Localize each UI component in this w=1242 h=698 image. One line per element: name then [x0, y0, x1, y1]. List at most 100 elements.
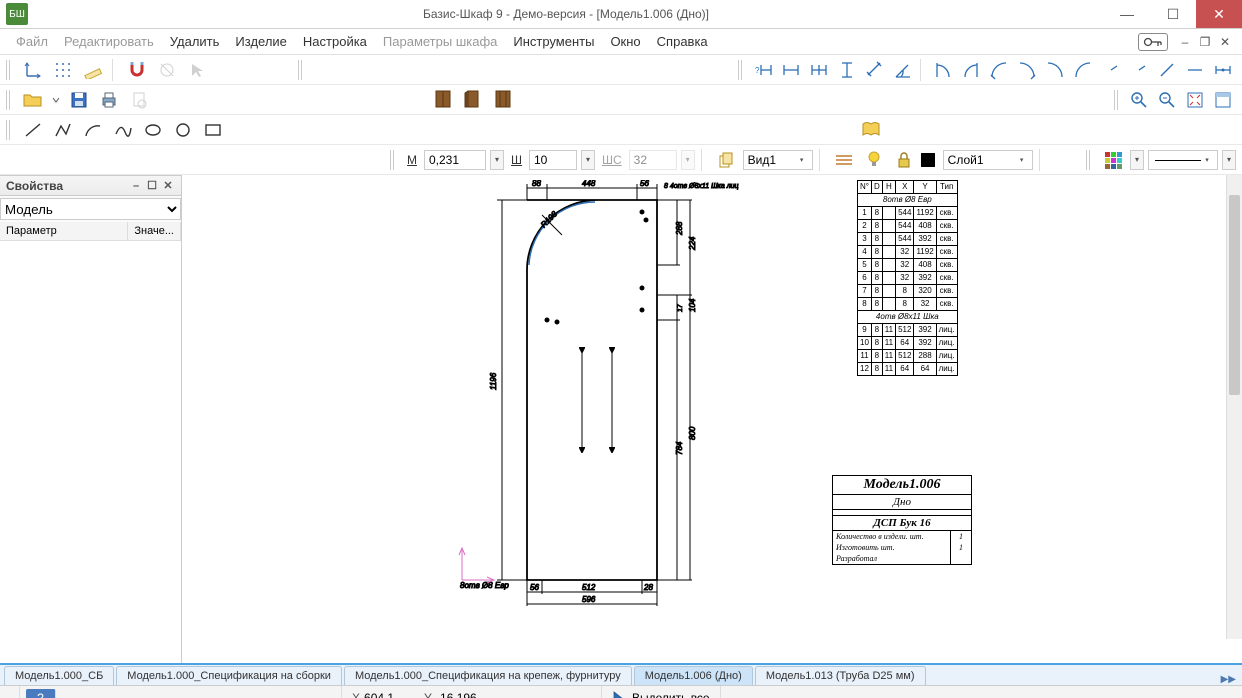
table-row: 6832392скв. — [858, 272, 958, 285]
menu-help[interactable]: Справка — [649, 30, 716, 53]
properties-col-param[interactable]: Параметр — [0, 222, 128, 240]
polyline-icon[interactable] — [50, 118, 76, 142]
dim-vertical-icon[interactable] — [834, 58, 860, 82]
help-book-icon[interactable] — [858, 117, 884, 141]
dim-arc-out-left-icon[interactable] — [986, 58, 1012, 82]
dim-ref-left-icon[interactable] — [930, 58, 956, 82]
dim-angle-icon[interactable] — [890, 58, 916, 82]
zoom-in-icon[interactable] — [1126, 88, 1152, 112]
mdi-close-button[interactable]: ✕ — [1216, 34, 1234, 50]
dim-radius-icon[interactable] — [1098, 58, 1124, 82]
axes-icon[interactable] — [20, 58, 46, 82]
snap-options-icon[interactable] — [154, 58, 180, 82]
dim-leader-icon[interactable] — [1210, 58, 1236, 82]
select-all-button[interactable]: Выделить все — [602, 686, 721, 698]
line-style-select[interactable]: ▾ — [1148, 150, 1218, 170]
toolbar-grip[interactable] — [738, 60, 744, 80]
dim-horizontal-icon[interactable] — [778, 58, 804, 82]
minimize-button[interactable]: — — [1104, 0, 1150, 28]
zoom-out-icon[interactable] — [1154, 88, 1180, 112]
properties-col-value[interactable]: Значе... — [128, 222, 181, 240]
close-button[interactable]: ✕ — [1196, 0, 1242, 28]
doc-tab[interactable]: Модель1.013 (Труба D25 мм) — [755, 666, 926, 685]
magnet-icon[interactable] — [124, 58, 150, 82]
dim-diameter-alt-icon[interactable] — [1182, 58, 1208, 82]
dim-radius-dotted-icon[interactable] — [1126, 58, 1152, 82]
help-indicator-icon[interactable]: ? — [26, 689, 56, 698]
menu-tools[interactable]: Инструменты — [505, 30, 602, 53]
cursor-mode-icon[interactable] — [184, 58, 210, 82]
toolbar-grip[interactable] — [390, 150, 396, 170]
wardrobe-closed-icon[interactable] — [430, 87, 456, 111]
zoom-window-icon[interactable] — [1210, 88, 1236, 112]
view-select[interactable]: Вид1▾ — [743, 150, 813, 170]
tabs-scroll-right-icon[interactable]: ▶▶ — [1215, 674, 1242, 685]
scale-input[interactable]: 0,231 — [424, 150, 486, 170]
toolbar-grip[interactable] — [1114, 90, 1120, 110]
dim-arc-out-right-icon[interactable] — [1014, 58, 1040, 82]
grid-icon[interactable] — [50, 58, 76, 82]
dim-aligned-icon[interactable] — [862, 58, 888, 82]
lightbulb-icon[interactable] — [861, 148, 887, 172]
doc-tab[interactable]: Модель1.000_СБ — [4, 666, 114, 685]
rectangle-icon[interactable] — [200, 118, 226, 142]
menu-product[interactable]: Изделие — [227, 30, 294, 53]
spline-icon[interactable] — [110, 118, 136, 142]
mdi-minimize-button[interactable]: – — [1176, 34, 1194, 50]
save-icon[interactable] — [66, 88, 92, 112]
dim-ref-right-icon[interactable] — [958, 58, 984, 82]
width-input[interactable]: 10 — [529, 150, 577, 170]
toolbar-grip[interactable] — [1086, 150, 1092, 170]
open-folder-icon[interactable] — [20, 88, 46, 112]
color-grid-icon[interactable] — [1100, 148, 1126, 172]
open-dropdown-icon[interactable] — [50, 88, 62, 112]
doc-tab-active[interactable]: Модель1.006 (Дно) — [634, 666, 753, 685]
print-icon[interactable] — [96, 88, 122, 112]
wardrobe-sections-icon[interactable] — [490, 87, 516, 111]
properties-target-select[interactable]: Модель — [0, 198, 181, 220]
ruler-icon[interactable] — [80, 58, 106, 82]
doc-tab[interactable]: Модель1.000_Спецификация на сборки — [116, 666, 342, 685]
panel-maximize-icon[interactable]: ☐ — [145, 179, 159, 193]
panel-close-icon[interactable]: ✕ — [161, 179, 175, 193]
toolbar-grip[interactable] — [6, 120, 12, 140]
toolbar-grip[interactable] — [298, 60, 304, 80]
menu-wardrobe-params[interactable]: Параметры шкафа — [375, 30, 505, 53]
hatch-icon[interactable] — [831, 148, 857, 172]
layer-select[interactable]: Слой1▾ — [943, 150, 1033, 170]
dim-auto-icon[interactable]: ? — [750, 58, 776, 82]
lock-icon[interactable] — [891, 148, 917, 172]
print-preview-icon[interactable] — [126, 88, 152, 112]
maximize-button[interactable]: ☐ — [1150, 0, 1196, 28]
dim-diameter-icon[interactable] — [1154, 58, 1180, 82]
dim-horizontal-chain-icon[interactable] — [806, 58, 832, 82]
drawing-canvas[interactable]: 88 448 56 8 4отв Ø8x11 Шка лиц 1196 288 … — [182, 175, 1242, 669]
coord-y-value: -16,196 — [436, 691, 477, 698]
scale-dropdown[interactable]: ▾ — [490, 150, 504, 170]
copy-view-icon[interactable] — [713, 148, 739, 172]
line-style-dropdown[interactable]: ▾ — [1222, 150, 1236, 170]
menu-file[interactable]: Файл — [8, 30, 56, 53]
scrollbar-vertical[interactable] — [1226, 175, 1242, 639]
key-lock-icon[interactable] — [1138, 33, 1168, 51]
toolbar-grip[interactable] — [6, 60, 12, 80]
menu-window[interactable]: Окно — [602, 30, 648, 53]
wardrobe-open-icon[interactable] — [460, 87, 486, 111]
zoom-fit-icon[interactable] — [1182, 88, 1208, 112]
arc-icon[interactable] — [80, 118, 106, 142]
layer-color-swatch[interactable] — [921, 153, 935, 167]
width-dropdown[interactable]: ▾ — [581, 150, 595, 170]
color-dropdown[interactable]: ▾ — [1130, 150, 1144, 170]
menu-edit[interactable]: Редактировать — [56, 30, 162, 53]
doc-tab[interactable]: Модель1.000_Спецификация на крепеж, фурн… — [344, 666, 632, 685]
menu-settings[interactable]: Настройка — [295, 30, 375, 53]
ellipse-icon[interactable] — [140, 118, 166, 142]
circle-icon[interactable] — [170, 118, 196, 142]
dim-arc-inner-right-icon[interactable] — [1070, 58, 1096, 82]
mdi-restore-button[interactable]: ❐ — [1196, 34, 1214, 50]
dim-arc-inner-left-icon[interactable] — [1042, 58, 1068, 82]
toolbar-grip[interactable] — [6, 90, 12, 110]
panel-minimize-icon[interactable]: – — [129, 179, 143, 193]
menu-delete[interactable]: Удалить — [162, 30, 228, 53]
line-icon[interactable] — [20, 118, 46, 142]
